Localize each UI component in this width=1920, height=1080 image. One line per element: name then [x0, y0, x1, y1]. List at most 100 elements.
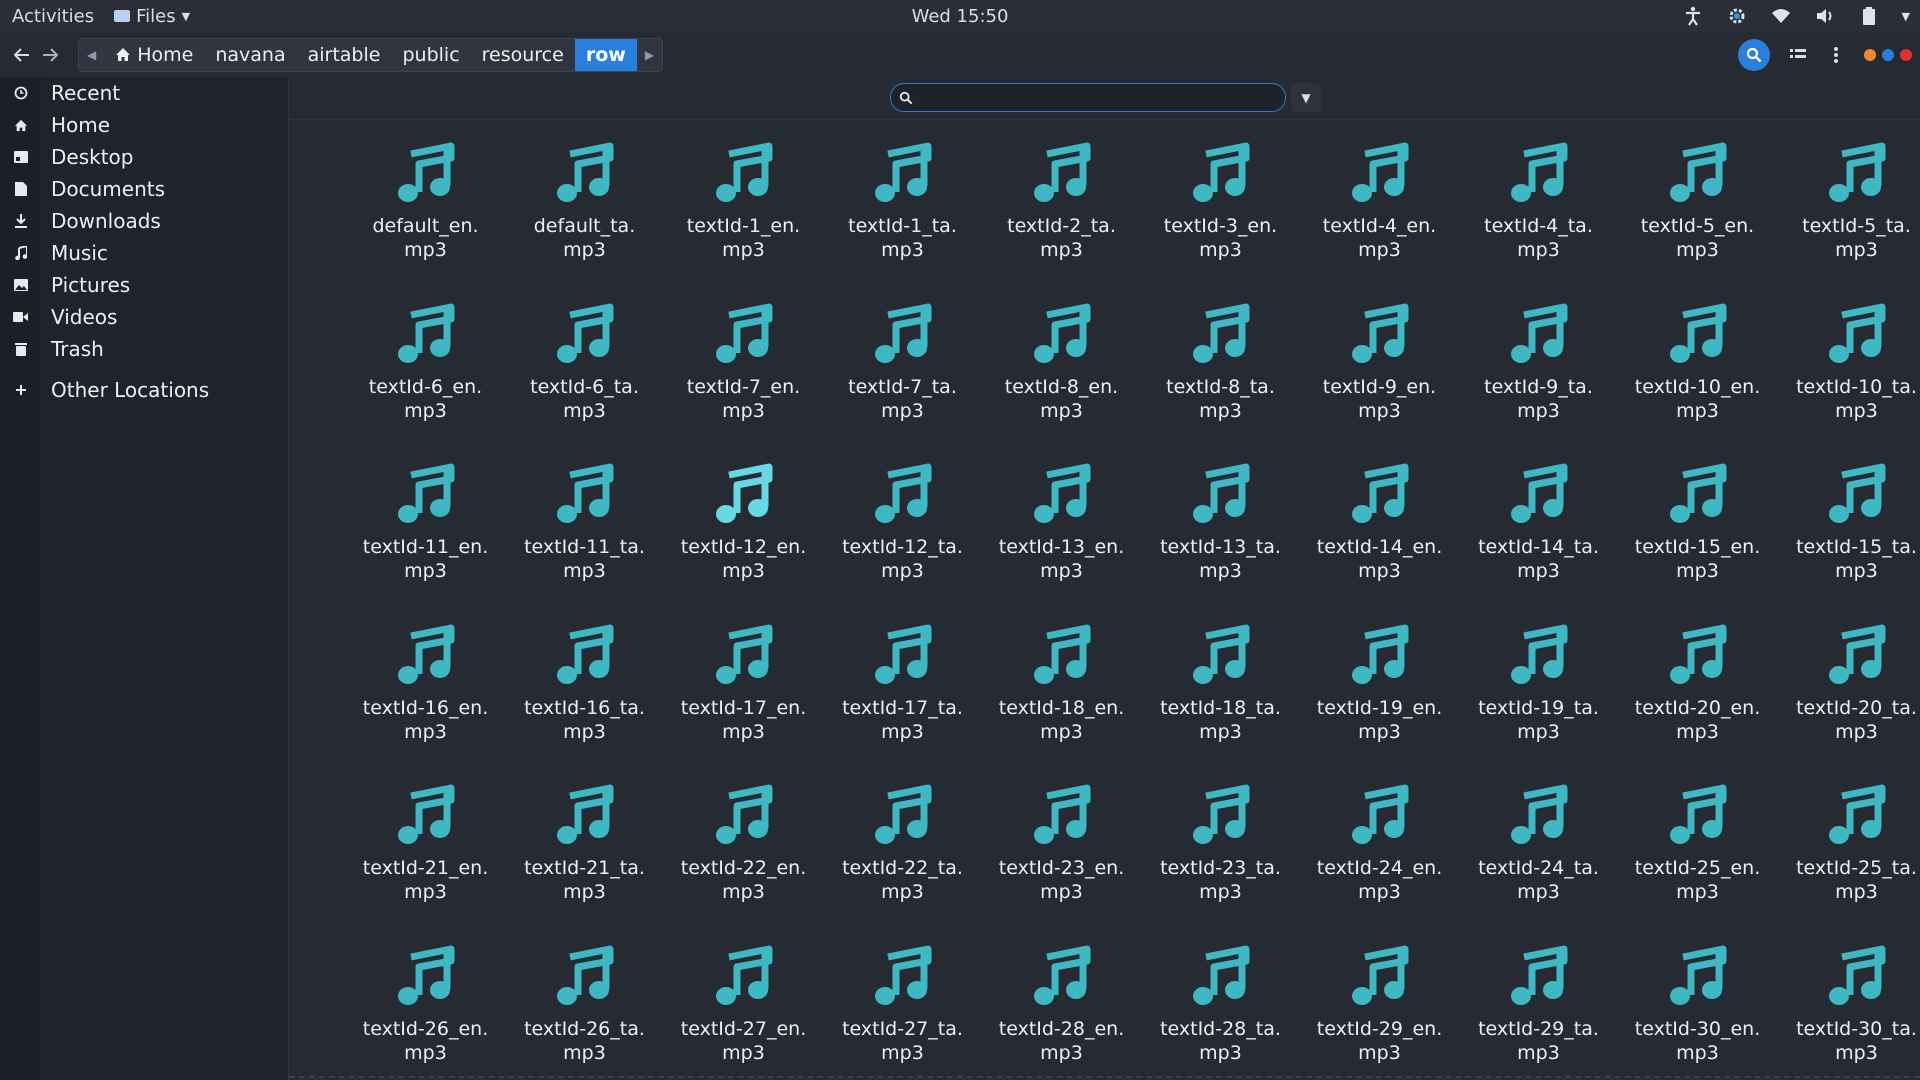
breadcrumb-public[interactable]: public — [391, 39, 470, 71]
sidebar-item-music[interactable]: Music — [0, 237, 288, 269]
sidebar-item-trash[interactable]: Trash — [0, 333, 288, 365]
file-item[interactable]: textId-9_en. mp3 — [1300, 293, 1459, 454]
breadcrumb-navana[interactable]: navana — [204, 39, 296, 71]
sidebar-item-pictures[interactable]: Pictures — [0, 269, 288, 301]
battery-icon[interactable] — [1858, 5, 1880, 27]
file-item[interactable]: textId-21_en. mp3 — [346, 774, 505, 935]
maximize-button[interactable] — [1882, 48, 1894, 61]
view-toggle-button[interactable] — [1788, 45, 1808, 65]
file-item[interactable]: textId-22_en. mp3 — [664, 774, 823, 935]
file-item[interactable]: textId-28_ta. mp3 — [1141, 935, 1300, 1080]
file-item[interactable]: textId-5_en. mp3 — [1618, 132, 1777, 293]
clock[interactable]: Wed 15:50 — [0, 6, 1920, 27]
file-name-line: textId-28_ta. — [1160, 1017, 1281, 1040]
file-item[interactable]: default_ta. mp3 — [505, 132, 664, 293]
file-item[interactable]: textId-18_en. mp3 — [982, 614, 1141, 775]
breadcrumb-row[interactable]: row — [574, 38, 637, 71]
file-item[interactable]: textId-11_en. mp3 — [346, 453, 505, 614]
system-menu-chevron-icon[interactable]: ▼ — [1902, 10, 1910, 23]
file-item[interactable]: textId-8_en. mp3 — [982, 293, 1141, 454]
search-toggle-button[interactable] — [1738, 38, 1770, 71]
file-item[interactable]: textId-20_en. mp3 — [1618, 614, 1777, 775]
file-item[interactable]: textId-19_ta. mp3 — [1459, 614, 1618, 775]
file-item[interactable]: textId-28_en. mp3 — [982, 935, 1141, 1080]
file-item[interactable]: textId-18_ta. mp3 — [1141, 614, 1300, 775]
breadcrumb-airtable[interactable]: airtable — [297, 39, 392, 71]
wifi-icon[interactable] — [1770, 5, 1792, 27]
file-item[interactable]: textId-4_ta. mp3 — [1459, 132, 1618, 293]
file-item[interactable]: textId-3_en. mp3 — [1141, 132, 1300, 293]
file-item[interactable]: textId-25_en. mp3 — [1618, 774, 1777, 935]
file-item[interactable]: textId-23_ta. mp3 — [1141, 774, 1300, 935]
minimize-button[interactable] — [1864, 48, 1876, 61]
file-item[interactable]: textId-14_en. mp3 — [1300, 453, 1459, 614]
file-item[interactable]: textId-13_ta. mp3 — [1141, 453, 1300, 614]
menu-button[interactable] — [1826, 45, 1846, 65]
file-item[interactable]: textId-1_en. mp3 — [664, 132, 823, 293]
breadcrumb-resource[interactable]: resource — [471, 39, 575, 71]
file-item[interactable]: textId-25_ta. mp3 — [1777, 774, 1920, 935]
search-input[interactable] — [921, 87, 1265, 108]
file-item[interactable]: textId-10_en. mp3 — [1618, 293, 1777, 454]
file-item[interactable]: textId-27_ta. mp3 — [823, 935, 982, 1080]
file-item[interactable]: textId-16_en. mp3 — [346, 614, 505, 775]
breadcrumb-scroll-left[interactable]: ◀ — [79, 39, 104, 71]
close-button[interactable] — [1900, 48, 1912, 61]
file-item[interactable]: textId-26_ta. mp3 — [505, 935, 664, 1080]
sidebar-item-videos[interactable]: Videos — [0, 301, 288, 333]
file-item[interactable]: textId-9_ta. mp3 — [1459, 293, 1618, 454]
search-options-button[interactable]: ▼ — [1291, 83, 1321, 112]
settings-icon[interactable] — [1726, 5, 1748, 27]
file-item[interactable]: textId-30_ta. mp3 — [1777, 935, 1920, 1080]
file-item[interactable]: textId-2_ta. mp3 — [982, 132, 1141, 293]
file-item[interactable]: textId-13_en. mp3 — [982, 453, 1141, 614]
sidebar-item-downloads[interactable]: Downloads — [0, 205, 288, 237]
file-item[interactable]: textId-1_ta. mp3 — [823, 132, 982, 293]
file-item[interactable]: textId-24_ta. mp3 — [1459, 774, 1618, 935]
file-item[interactable]: textId-7_ta. mp3 — [823, 293, 982, 454]
sidebar-item-recent[interactable]: Recent — [0, 77, 288, 109]
file-item[interactable]: textId-8_ta. mp3 — [1141, 293, 1300, 454]
file-item[interactable]: textId-15_ta. mp3 — [1777, 453, 1920, 614]
file-item[interactable]: textId-15_en. mp3 — [1618, 453, 1777, 614]
file-item[interactable]: textId-16_ta. mp3 — [505, 614, 664, 775]
file-item[interactable]: textId-21_ta. mp3 — [505, 774, 664, 935]
file-name-extension: mp3 — [563, 399, 606, 422]
file-item[interactable]: textId-30_en. mp3 — [1618, 935, 1777, 1080]
breadcrumb-scroll-right[interactable]: ▶ — [637, 39, 662, 71]
file-item[interactable]: textId-24_en. mp3 — [1300, 774, 1459, 935]
sidebar-item-home[interactable]: Home — [0, 109, 288, 141]
sidebar-item-desktop[interactable]: Desktop — [0, 141, 288, 173]
file-item[interactable]: textId-27_en. mp3 — [664, 935, 823, 1080]
app-menu[interactable]: Files ▼ — [114, 6, 190, 27]
file-item[interactable]: textId-29_ta. mp3 — [1459, 935, 1618, 1080]
file-item[interactable]: textId-17_ta. mp3 — [823, 614, 982, 775]
accessibility-icon[interactable] — [1682, 5, 1704, 27]
breadcrumb-home[interactable]: Home — [104, 39, 204, 71]
sidebar-item-other-locations[interactable]: Other Locations — [0, 374, 288, 406]
file-item[interactable]: textId-5_ta. mp3 — [1777, 132, 1920, 293]
file-item[interactable]: textId-4_en. mp3 — [1300, 132, 1459, 293]
file-item[interactable]: textId-17_en. mp3 — [664, 614, 823, 775]
file-item[interactable]: textId-23_en. mp3 — [982, 774, 1141, 935]
file-item[interactable]: default_en. mp3 — [346, 132, 505, 293]
sidebar-item-documents[interactable]: Documents — [0, 173, 288, 205]
file-item[interactable]: textId-14_ta. mp3 — [1459, 453, 1618, 614]
file-item[interactable]: textId-10_ta. mp3 — [1777, 293, 1920, 454]
file-item[interactable]: textId-11_ta. mp3 — [505, 453, 664, 614]
search-field[interactable] — [890, 83, 1286, 112]
file-item[interactable]: textId-7_en. mp3 — [664, 293, 823, 454]
file-item[interactable]: textId-12_ta. mp3 — [823, 453, 982, 614]
activities-button[interactable]: Activities — [12, 6, 94, 27]
forward-button[interactable] — [36, 41, 64, 69]
file-item[interactable]: textId-22_ta. mp3 — [823, 774, 982, 935]
back-button[interactable] — [8, 41, 36, 69]
file-item[interactable]: textId-29_en. mp3 — [1300, 935, 1459, 1080]
file-item[interactable]: textId-12_en. mp3 — [664, 453, 823, 614]
file-item[interactable]: textId-19_en. mp3 — [1300, 614, 1459, 775]
file-item[interactable]: textId-6_en. mp3 — [346, 293, 505, 454]
volume-icon[interactable] — [1814, 5, 1836, 27]
file-item[interactable]: textId-6_ta. mp3 — [505, 293, 664, 454]
file-item[interactable]: textId-20_ta. mp3 — [1777, 614, 1920, 775]
file-item[interactable]: textId-26_en. mp3 — [346, 935, 505, 1080]
